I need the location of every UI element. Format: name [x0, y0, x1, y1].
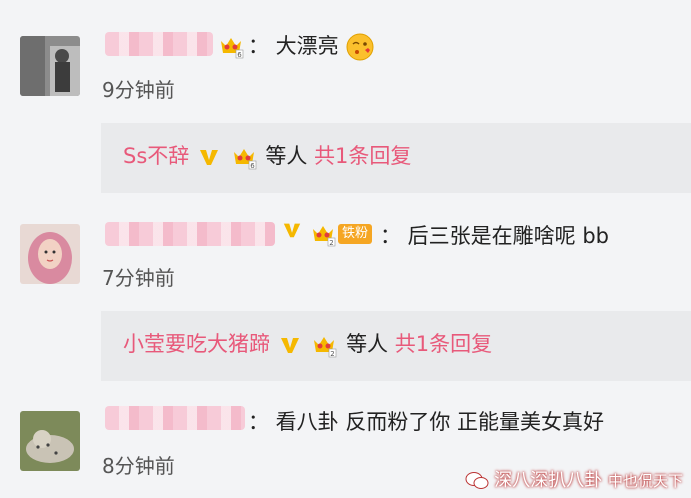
- svg-text:6: 6: [237, 51, 242, 59]
- verified-v-icon: [199, 150, 218, 165]
- comment-time: 8分钟前: [102, 454, 175, 478]
- vip-crown-icon: 2: [313, 226, 336, 247]
- username-blurred[interactable]: [105, 406, 245, 430]
- reply-suffix: 等人: [265, 144, 308, 168]
- avatar[interactable]: [20, 411, 80, 471]
- watermark: 深八深扒八卦 中也侃天下: [465, 466, 683, 492]
- watermark-line2: 中也侃天下: [607, 472, 683, 490]
- avatar[interactable]: [20, 224, 80, 284]
- username-blurred[interactable]: [105, 222, 275, 246]
- reply-summary[interactable]: 小莹要吃大猪蹄 2 等人 共1条回复: [101, 311, 691, 381]
- fan-badge: 铁粉: [338, 224, 373, 244]
- comment-time: 9分钟前: [102, 78, 175, 102]
- comment-time: 7分钟前: [102, 266, 175, 290]
- comment-text: ： 看八卦 反而粉了你 正能量美女真好: [248, 410, 605, 434]
- vip-crown-icon: 6: [233, 149, 256, 170]
- reply-summary[interactable]: Ss不辞 6 等人 共1条回复: [101, 123, 691, 193]
- verified-v-icon: [283, 223, 301, 238]
- svg-text:2: 2: [329, 239, 333, 247]
- reply-author-link[interactable]: Ss不辞: [123, 144, 189, 168]
- watermark-line1: 深八深扒八卦: [494, 470, 603, 491]
- comment-text: ： 大漂亮: [248, 32, 375, 62]
- comment-text: ： 后三张是在雕啥呢 bb: [380, 224, 610, 248]
- verified-v-icon: [280, 338, 299, 353]
- comment-text-content: ： 大漂亮: [248, 34, 339, 58]
- blowing-kiss-emoji-icon: [346, 33, 374, 61]
- svg-text:2: 2: [331, 350, 335, 358]
- avatar[interactable]: [20, 36, 80, 96]
- vip-crown-icon: 6: [221, 38, 244, 59]
- username-blurred[interactable]: [105, 32, 213, 56]
- reply-author-link[interactable]: 小莹要吃大猪蹄: [123, 332, 270, 356]
- reply-count-link[interactable]: 共1条回复: [314, 144, 411, 168]
- reply-suffix: 等人: [346, 332, 389, 356]
- vip-crown-icon: 2: [314, 337, 337, 358]
- svg-text:6: 6: [250, 162, 255, 170]
- wechat-icon: [465, 472, 489, 489]
- reply-count-link[interactable]: 共1条回复: [395, 332, 492, 356]
